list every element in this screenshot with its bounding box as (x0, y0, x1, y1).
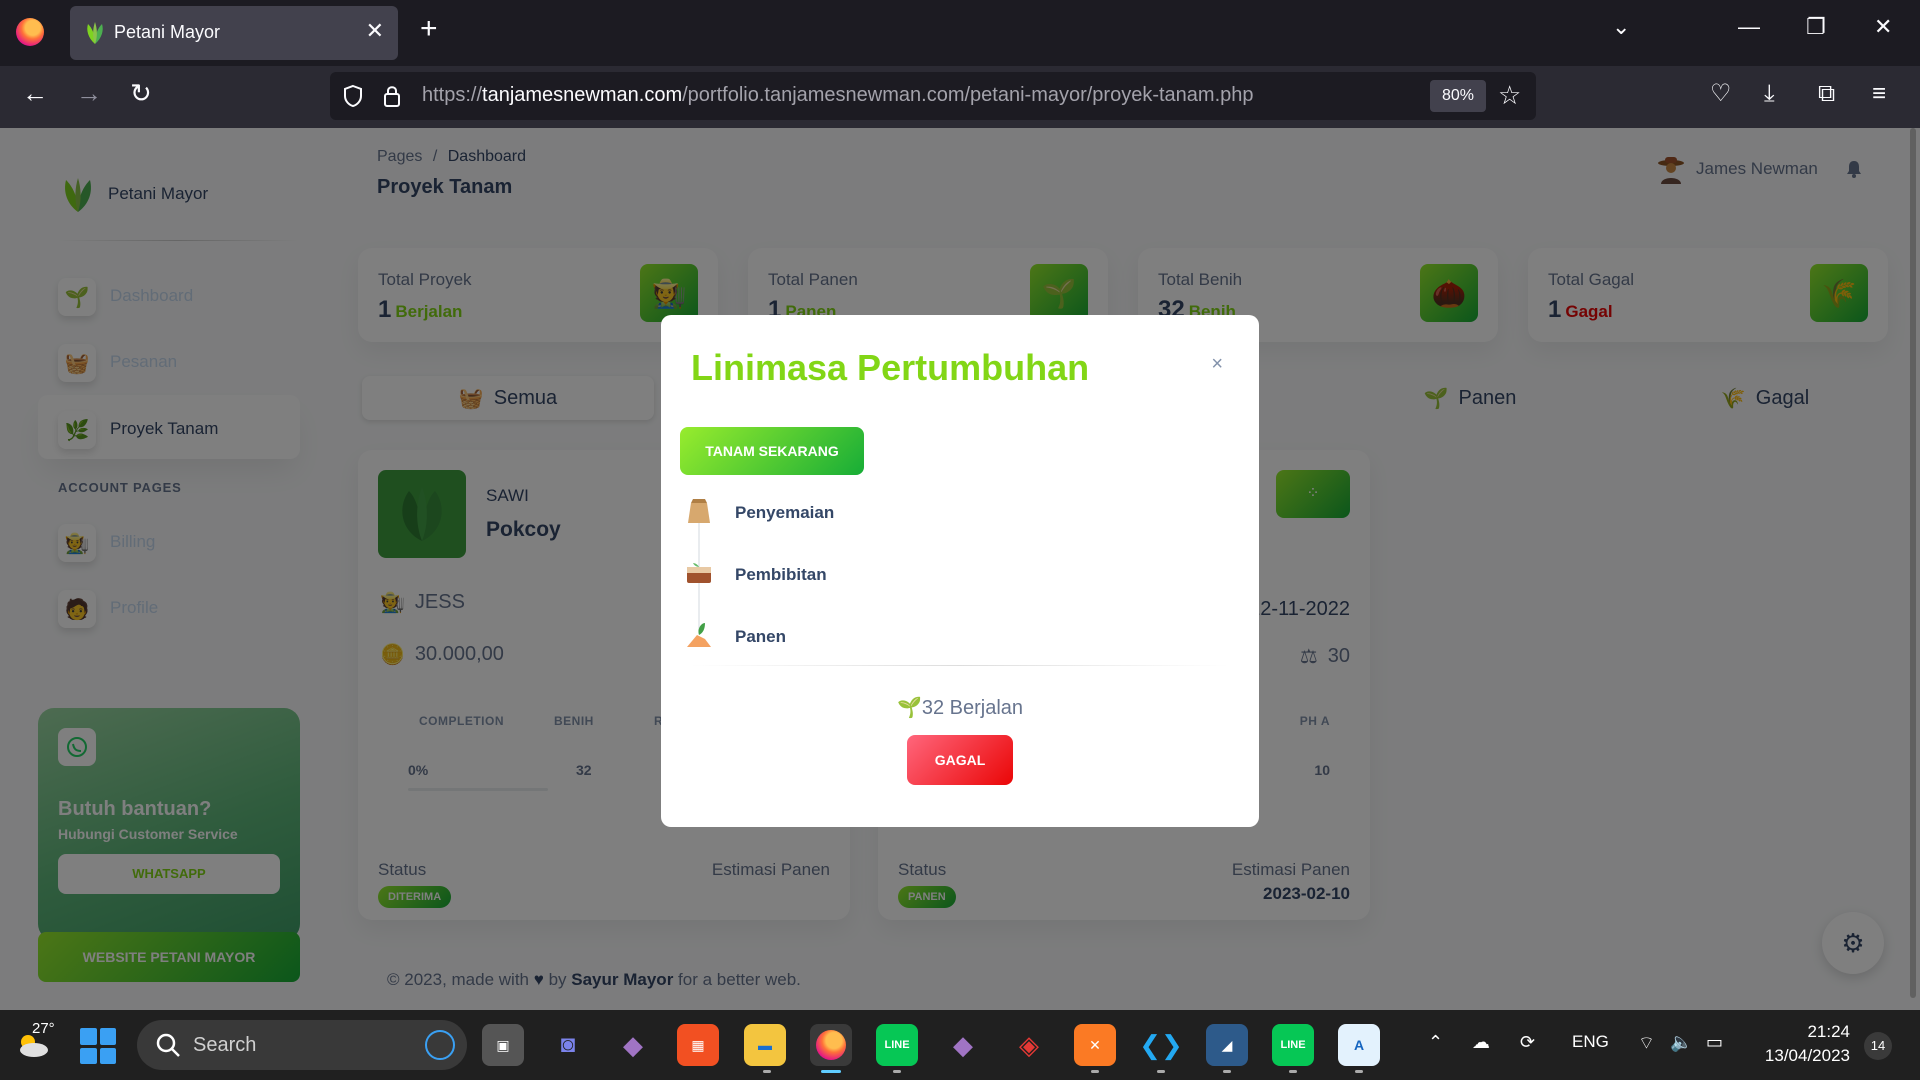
timeline-item-panen: Panen (683, 619, 1083, 659)
tab-title: Petani Mayor (114, 22, 221, 42)
volume-icon[interactable]: 🔈 (1670, 1032, 1692, 1053)
file-explorer-icon[interactable]: ▬ (744, 1024, 786, 1066)
timeline-item-penyemaian: Penyemaian (683, 495, 1083, 535)
menu-icon[interactable]: ≡ (1872, 82, 1886, 106)
running-indicator (1157, 1070, 1165, 1073)
browser-tab-bar: Petani Mayor ✕ + ⌄ — ❐ ✕ (0, 0, 1920, 66)
search-label: Search (193, 1034, 257, 1056)
modal-divider (691, 665, 1229, 666)
reload-icon[interactable]: ↻ (130, 80, 152, 106)
growth-timeline-modal: Linimasa Pertumbuhan × TANAM SEKARANG Pe… (661, 315, 1259, 827)
running-indicator (1091, 1070, 1099, 1073)
firefox-logo-icon[interactable] (16, 18, 44, 46)
onedrive-cloud-icon[interactable]: ☁ (1472, 1032, 1490, 1053)
browser-tab[interactable]: Petani Mayor ✕ (70, 6, 398, 60)
close-window-icon[interactable]: ✕ (1874, 14, 1892, 40)
running-indicator (893, 1070, 901, 1073)
fail-button[interactable]: GAGAL (907, 735, 1013, 785)
clock-date: 13/04/2023 (1764, 1046, 1850, 1065)
running-indicator (1223, 1070, 1231, 1073)
running-count: 🌱32 Berjalan (896, 697, 1024, 719)
notepad-icon[interactable]: A (1338, 1024, 1380, 1066)
forward-icon[interactable]: → (76, 80, 102, 106)
active-indicator (821, 1070, 841, 1073)
git-icon[interactable]: ◈ (1008, 1024, 1050, 1066)
visual-studio-icon[interactable]: ◆ (612, 1024, 654, 1066)
line-2-icon[interactable]: LINE (1272, 1024, 1314, 1066)
bookmark-star-icon[interactable]: ☆ (1498, 80, 1521, 111)
timeline-label: Penyemaian (735, 503, 835, 522)
running-indicator (763, 1070, 771, 1073)
visual-studio-2-icon[interactable]: ◆ (942, 1024, 984, 1066)
shield-icon[interactable] (342, 84, 364, 108)
running-indicator (1355, 1070, 1363, 1073)
tab-close-icon[interactable]: ✕ (366, 18, 384, 44)
line-icon[interactable]: LINE (876, 1024, 918, 1066)
task-view-icon[interactable]: ▣ (482, 1024, 524, 1066)
new-tab-icon[interactable]: + (420, 14, 438, 44)
vscode-icon[interactable]: ❮❯ (1139, 1024, 1183, 1066)
weather-temperature[interactable]: 27° (32, 1020, 55, 1037)
timeline-item-pembibitan: Pembibitan (683, 557, 1083, 597)
lock-icon[interactable] (382, 84, 402, 108)
bing-icon[interactable] (425, 1030, 455, 1060)
back-icon[interactable]: ← (22, 80, 48, 106)
language-indicator[interactable]: ENG (1572, 1032, 1609, 1052)
tab-list-chevron-icon[interactable]: ⌄ (1612, 14, 1630, 40)
timeline-label: Panen (735, 627, 787, 646)
seed-bag-icon (688, 499, 710, 523)
taskbar-clock[interactable]: 21:24 13/04/2023 (1756, 1020, 1850, 1068)
browser-nav-bar: ← → ↻ https://tanjamesnewman.com/portfol… (0, 66, 1920, 128)
pocket-icon[interactable]: ♡ (1710, 82, 1732, 106)
extensions-icon[interactable]: ⧉ (1818, 82, 1835, 106)
clock-time: 21:24 (1807, 1022, 1850, 1041)
seedling-tray-icon (687, 563, 711, 583)
sprout-icon: 🌱 (896, 697, 922, 719)
xampp-icon[interactable]: ✕ (1074, 1024, 1116, 1066)
mysql-workbench-icon[interactable]: ◢ (1206, 1024, 1248, 1066)
search-icon (156, 1033, 180, 1057)
harvest-hand-icon (687, 623, 711, 647)
windows-start-icon[interactable] (80, 1028, 116, 1064)
microsoft-store-icon[interactable]: ▦ (677, 1024, 719, 1066)
modal-close-icon[interactable]: × (1211, 353, 1223, 376)
url-text[interactable]: https://tanjamesnewman.com/portfolio.tan… (422, 84, 1254, 107)
running-indicator (1289, 1070, 1297, 1073)
minimize-icon[interactable]: — (1738, 14, 1760, 40)
battery-icon[interactable]: ▭ (1706, 1032, 1723, 1053)
firefox-taskbar-icon[interactable] (810, 1024, 852, 1066)
zoom-level-badge[interactable]: 80% (1430, 80, 1487, 112)
url-bar[interactable]: https://tanjamesnewman.com/portfolio.tan… (330, 72, 1536, 120)
tray-overflow-chevron-icon[interactable]: ⌃ (1428, 1032, 1443, 1053)
teams-icon[interactable]: ◙ (547, 1024, 589, 1066)
download-icon[interactable]: ⤓ (1764, 82, 1775, 106)
web-page: Petani Mayor 🌱 Dashboard 🧺 Pesanan 🌿 Pro… (0, 128, 1920, 1010)
sync-icon[interactable]: ⟳ (1520, 1032, 1535, 1053)
taskbar-search[interactable]: Search (137, 1020, 467, 1070)
plant-now-button[interactable]: TANAM SEKARANG (680, 427, 864, 475)
wifi-icon[interactable]: ⌔ (1638, 1032, 1655, 1055)
windows-taskbar: 27° Search ▣ ◙ ◆ ▦ ▬ LINE ◆ ◈ ✕ ❮❯ ◢ LIN… (0, 1010, 1920, 1080)
timeline-label: Pembibitan (735, 565, 827, 584)
modal-title: Linimasa Pertumbuhan (691, 347, 1090, 388)
leaf-logo-icon (87, 22, 103, 44)
notification-count-badge[interactable]: 14 (1864, 1032, 1892, 1060)
restore-icon[interactable]: ❐ (1806, 14, 1826, 40)
